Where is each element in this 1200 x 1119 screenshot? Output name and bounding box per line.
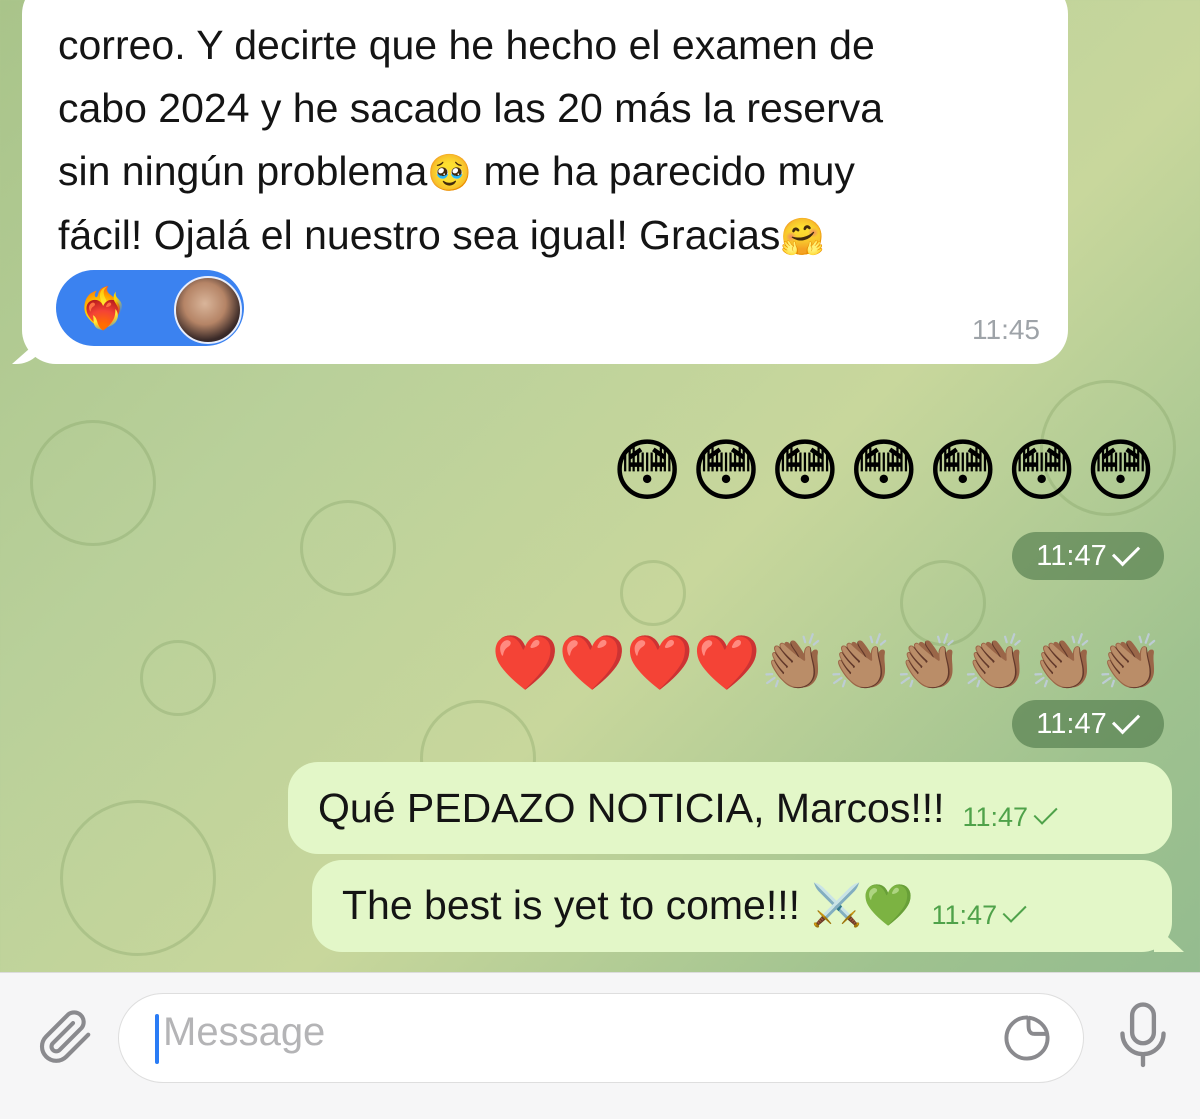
read-check-icon xyxy=(1111,705,1140,734)
wallpaper-doodle xyxy=(30,420,156,546)
message-time-pill: 11:47 xyxy=(1012,700,1164,748)
message-input-placeholder: Message xyxy=(163,1010,326,1054)
wallpaper-doodle xyxy=(300,500,396,596)
message-line: correo. Y decirte que he hecho el examen… xyxy=(58,22,875,68)
pleading-face-emoji: 🥹 xyxy=(427,152,473,193)
message-line: cabo 2024 y he sacado las 20 más la rese… xyxy=(58,85,884,131)
message-time: 11:47 xyxy=(962,801,1029,832)
attach-button[interactable] xyxy=(26,999,102,1075)
message-line: fácil! Ojalá el nuestro sea igual! Graci… xyxy=(58,204,1032,268)
wallpaper-doodle xyxy=(620,560,686,626)
text-caret xyxy=(155,1014,159,1064)
wallpaper-doodle xyxy=(140,640,216,716)
read-check-icon xyxy=(1033,800,1058,825)
avatar xyxy=(174,276,242,344)
chat-area: correo. Y decirte que he hecho el examen… xyxy=(0,0,1200,972)
outgoing-message-text: Qué PEDAZO NOTICIA, Marcos!!! xyxy=(318,784,945,831)
message-segment: fácil! Ojalá el nuestro sea igual! Graci… xyxy=(58,212,781,258)
message-segment: sin ningún problema xyxy=(58,148,428,194)
incoming-message[interactable]: correo. Y decirte que he hecho el examen… xyxy=(22,0,1068,364)
outgoing-message[interactable]: Qué PEDAZO NOTICIA, Marcos!!! 11:47 xyxy=(288,762,1172,854)
message-time: 11:47 xyxy=(931,899,998,930)
message-meta: 11:47 xyxy=(931,898,1028,931)
outgoing-message-text: The best is yet to come!!! ⚔️💚 xyxy=(342,882,914,928)
microphone-icon xyxy=(1120,1002,1166,1068)
paperclip-icon xyxy=(39,1010,91,1063)
wallpaper-doodle xyxy=(60,800,216,956)
message-segment: me ha parecido muy xyxy=(472,148,855,194)
message-time: 11:47 xyxy=(1036,539,1107,572)
outgoing-emoji-message[interactable]: 😳😳😳😳😳😳😳 xyxy=(612,432,1164,511)
outgoing-emoji-message[interactable]: ❤️❤️❤️❤️👏🏽👏🏽👏🏽👏🏽👏🏽👏🏽 xyxy=(492,632,1164,695)
message-composer: Message xyxy=(0,972,1200,1119)
incoming-message-text: correo. Y decirte que he hecho el examen… xyxy=(58,14,1032,268)
message-time: 11:47 xyxy=(1036,707,1107,740)
message-time: 11:45 xyxy=(972,314,1040,345)
reaction-badge[interactable]: ❤️‍🔥 xyxy=(56,270,244,346)
hugging-face-emoji: 🤗 xyxy=(780,216,826,257)
bubble-tail xyxy=(1154,924,1184,952)
message-meta: 11:47 xyxy=(962,800,1059,833)
message-input[interactable]: Message xyxy=(118,993,1084,1083)
message-time-pill: 11:47 xyxy=(1012,532,1164,580)
outgoing-message[interactable]: The best is yet to come!!! ⚔️💚 11:47 xyxy=(312,860,1184,952)
read-check-icon xyxy=(1111,537,1140,566)
sticker-icon[interactable] xyxy=(1001,1012,1053,1064)
heart-on-fire-emoji: ❤️‍🔥 xyxy=(78,286,128,331)
read-check-icon xyxy=(1002,898,1027,923)
message-line: sin ningún problema🥹 me ha parecido muy xyxy=(58,140,1032,204)
microphone-button[interactable] xyxy=(1108,991,1178,1081)
